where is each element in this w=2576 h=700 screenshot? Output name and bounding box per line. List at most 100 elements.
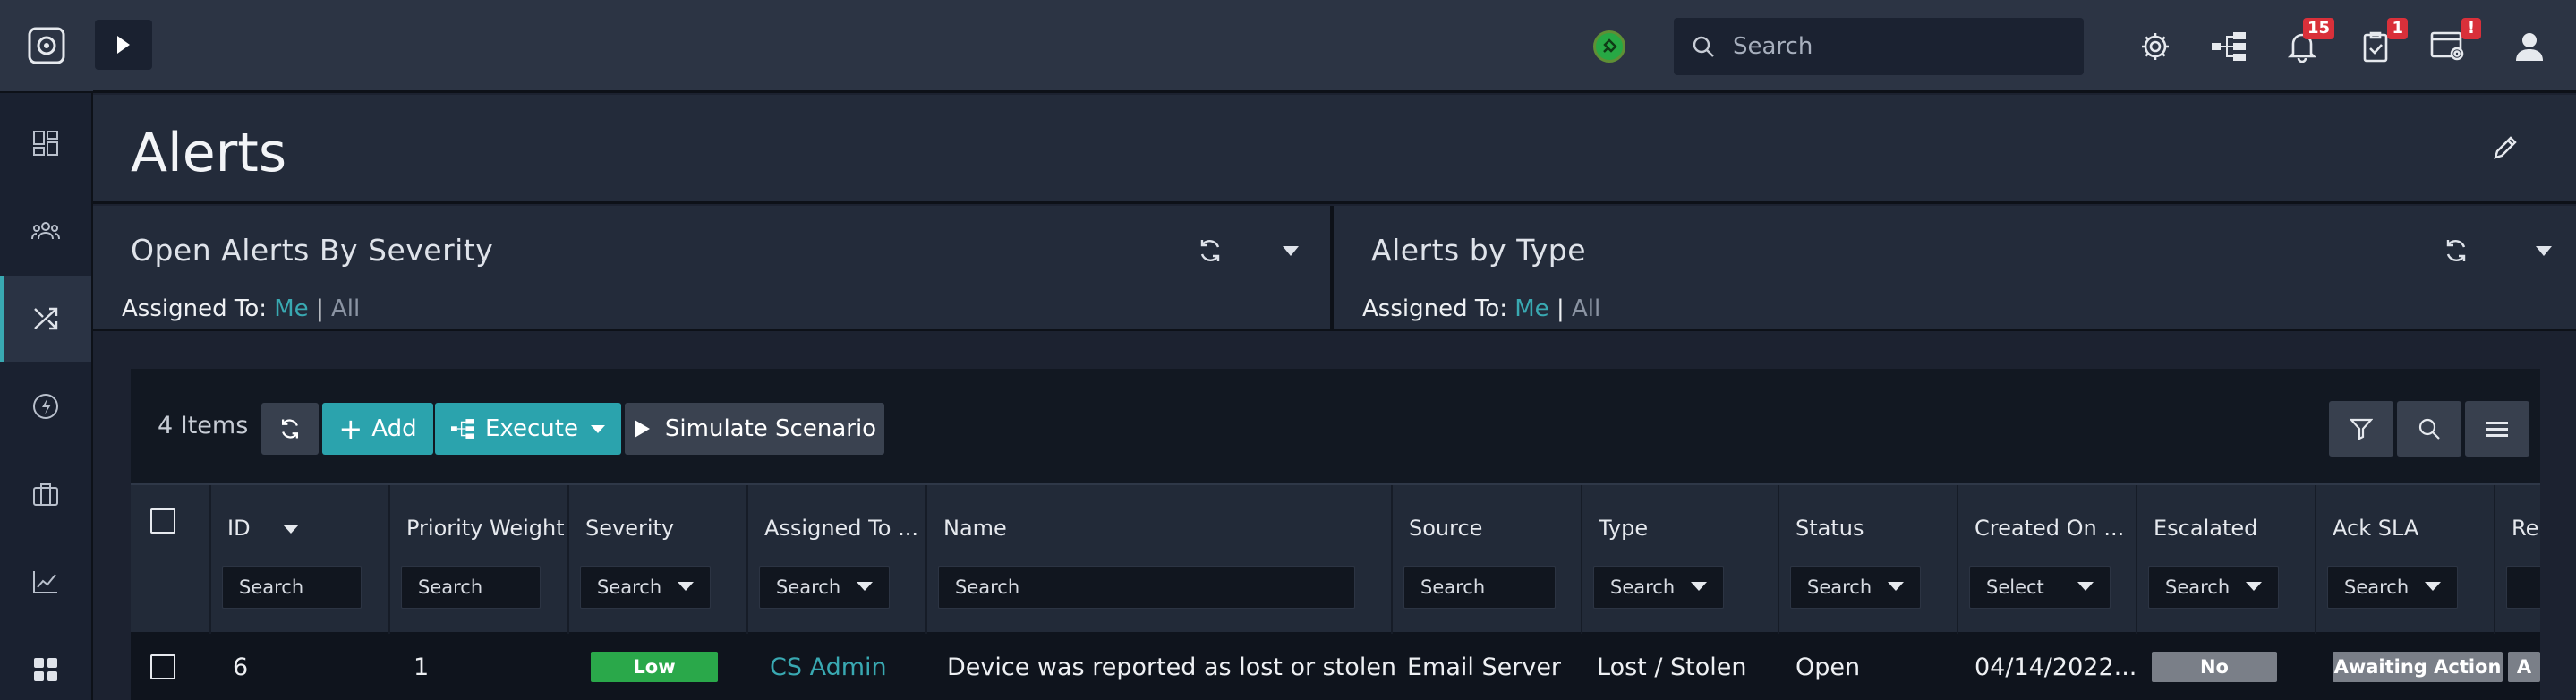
system-monitor-button[interactable]: ! bbox=[2426, 18, 2481, 68]
refresh-icon[interactable] bbox=[2442, 236, 2470, 265]
page-title: Alerts bbox=[131, 122, 287, 184]
tasks-button[interactable]: 1 bbox=[2352, 18, 2408, 68]
play-icon bbox=[634, 420, 650, 438]
column-priority-weight[interactable]: Priority Weight ... Search bbox=[390, 485, 569, 634]
ack-sla-badge: Awaiting Action bbox=[2333, 652, 2503, 682]
chevron-down-icon[interactable] bbox=[1280, 242, 1301, 260]
separator: | bbox=[1556, 295, 1565, 322]
assigned-me-link[interactable]: Me bbox=[274, 295, 308, 322]
app-root: 15 1 ! Alerts Open Alerts By Severity bbox=[0, 0, 2576, 700]
column-severity[interactable]: Severity Search bbox=[569, 485, 748, 634]
shuffle-icon bbox=[34, 307, 58, 330]
column-source[interactable]: Source Search bbox=[1393, 485, 1582, 634]
resp-sla-filter-select[interactable] bbox=[2506, 566, 2540, 609]
column-resp-sla[interactable]: Re bbox=[2495, 485, 2540, 634]
row-checkbox[interactable] bbox=[150, 654, 175, 679]
cell-source: Email Server bbox=[1407, 653, 1562, 681]
connection-status-indicator[interactable] bbox=[1593, 30, 1625, 63]
assigned-me-link[interactable]: Me bbox=[1514, 295, 1548, 322]
nav-teams[interactable] bbox=[0, 188, 91, 274]
nav-apps[interactable] bbox=[0, 627, 91, 700]
notifications-badge: 15 bbox=[2302, 18, 2334, 39]
created-filter-select[interactable]: Select bbox=[1969, 566, 2111, 609]
severity-filter-select[interactable]: Search bbox=[580, 566, 711, 609]
global-search[interactable] bbox=[1674, 18, 2084, 75]
table-row[interactable]: 6 1 Low CS Admin Device was reported as … bbox=[131, 634, 2540, 700]
plus-icon: + bbox=[338, 412, 363, 446]
add-button[interactable]: + Add bbox=[322, 403, 433, 455]
cell-name[interactable]: Device was reported as lost or stolen bbox=[947, 634, 1396, 700]
column-ack-sla[interactable]: Ack SLA Search bbox=[2316, 485, 2495, 634]
page-header: Alerts bbox=[93, 95, 2576, 204]
clipboard-check-icon bbox=[2363, 31, 2388, 63]
escalated-filter-select[interactable]: Search bbox=[2148, 566, 2279, 609]
cell-assigned-to[interactable]: CS Admin bbox=[770, 634, 887, 700]
hierarchy-icon bbox=[2212, 32, 2246, 61]
global-search-input[interactable] bbox=[1733, 33, 2073, 60]
execute-button[interactable]: Execute bbox=[435, 403, 621, 455]
chart-line-icon bbox=[33, 571, 57, 593]
priority-filter-input[interactable]: Search bbox=[401, 566, 541, 609]
user-profile-button[interactable] bbox=[2506, 25, 2553, 68]
caret-down-icon bbox=[857, 582, 873, 591]
status-filter-select[interactable]: Search bbox=[1790, 566, 1921, 609]
column-menu-button[interactable] bbox=[2465, 401, 2529, 457]
app-logo[interactable] bbox=[0, 0, 93, 93]
edit-layout-button[interactable] bbox=[2492, 134, 2528, 170]
grid-search-button[interactable] bbox=[2397, 401, 2461, 457]
nav-playbooks[interactable] bbox=[0, 363, 91, 449]
simulate-scenario-button[interactable]: Simulate Scenario bbox=[625, 403, 884, 455]
filter-button[interactable] bbox=[2329, 401, 2393, 457]
hierarchy-icon bbox=[451, 419, 474, 439]
nav-reports[interactable] bbox=[0, 539, 91, 625]
cell-resp-sla: A bbox=[2508, 634, 2540, 700]
column-label: Type bbox=[1599, 516, 1649, 541]
caret-down-icon bbox=[2077, 582, 2094, 591]
widget-open-alerts-by-severity: Open Alerts By Severity Assigned To: Me … bbox=[93, 206, 1330, 331]
caret-down-icon bbox=[590, 424, 605, 433]
sidebar-toggle-button[interactable] bbox=[95, 20, 152, 70]
source-filter-input[interactable]: Search bbox=[1403, 566, 1556, 609]
filter-value: Search bbox=[776, 576, 841, 598]
column-name[interactable]: Name Search bbox=[927, 485, 1393, 634]
filter-value: Select bbox=[1986, 576, 2044, 598]
assigned-filter-select[interactable]: Search bbox=[759, 566, 890, 609]
caret-right-icon bbox=[117, 36, 130, 54]
users-icon bbox=[31, 222, 60, 240]
nav-dashboard[interactable] bbox=[0, 100, 91, 186]
filter-value: Search bbox=[2344, 576, 2410, 598]
ack-sla-filter-select[interactable]: Search bbox=[2327, 566, 2458, 609]
assigned-all-link[interactable]: All bbox=[1572, 295, 1600, 322]
column-created-on[interactable]: Created On ... Select bbox=[1958, 485, 2137, 634]
severity-badge: Low bbox=[591, 652, 718, 682]
assigned-to-filter: Assigned To: Me | All bbox=[1362, 295, 1600, 322]
settings-button[interactable] bbox=[2132, 25, 2179, 68]
refresh-grid-button[interactable] bbox=[261, 403, 319, 455]
type-filter-select[interactable]: Search bbox=[1593, 566, 1724, 609]
grid-header: ID Search Priority Weight ... Search Sev… bbox=[131, 483, 2540, 634]
refresh-icon[interactable] bbox=[1196, 236, 1224, 265]
widget-title: Alerts by Type bbox=[1371, 233, 1586, 268]
sort-desc-icon bbox=[283, 525, 299, 534]
select-all-checkbox[interactable] bbox=[150, 508, 175, 534]
chevron-down-icon[interactable] bbox=[2533, 242, 2555, 260]
column-escalated[interactable]: Escalated Search bbox=[2137, 485, 2316, 634]
nav-assets[interactable] bbox=[0, 451, 91, 537]
assigned-all-link[interactable]: All bbox=[331, 295, 360, 322]
column-id[interactable]: ID Search bbox=[211, 485, 390, 634]
nav-alerts[interactable] bbox=[0, 276, 91, 362]
id-filter-input[interactable]: Search bbox=[222, 566, 362, 609]
left-nav-rail bbox=[0, 0, 93, 700]
column-type[interactable]: Type Search bbox=[1582, 485, 1779, 634]
column-status[interactable]: Status Search bbox=[1779, 485, 1958, 634]
notifications-button[interactable]: 15 bbox=[2279, 18, 2334, 68]
plug-icon bbox=[1603, 38, 1617, 53]
workflow-button[interactable] bbox=[2205, 25, 2252, 68]
filter-value: Search bbox=[2165, 576, 2231, 598]
row-select-cell bbox=[150, 634, 175, 700]
widget-title: Open Alerts By Severity bbox=[131, 233, 494, 268]
name-filter-input[interactable]: Search bbox=[938, 566, 1355, 609]
add-label: Add bbox=[371, 415, 417, 442]
user-icon bbox=[2516, 33, 2543, 61]
column-assigned-to[interactable]: Assigned To ... Search bbox=[748, 485, 927, 634]
